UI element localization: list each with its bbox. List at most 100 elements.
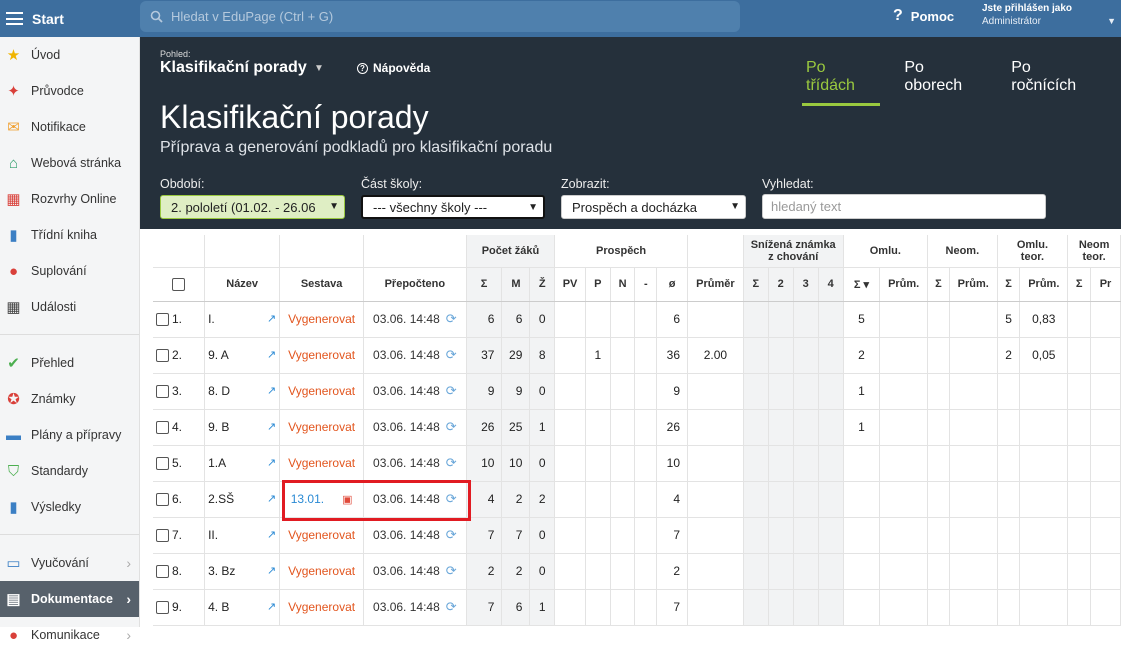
external-link-icon[interactable]: ↗ xyxy=(267,348,276,361)
sidebar-item-6[interactable]: ● Suplování xyxy=(0,253,139,289)
sidebar-item-4[interactable]: ▦ Rozvrhy Online xyxy=(0,181,139,217)
col-m[interactable]: M xyxy=(501,267,531,302)
row-checkbox[interactable] xyxy=(156,601,169,615)
col-snizena-sum[interactable]: Σ xyxy=(743,267,769,302)
generate-link[interactable]: Vygenerovat xyxy=(288,564,355,578)
refresh-icon[interactable]: ⟳ xyxy=(446,563,457,578)
table-row[interactable]: 8. 3. Bz ↗ Vygenerovat 03.06. 14:48 ⟳ 2 2 0 2 xyxy=(153,553,1121,590)
sidebar-item-14[interactable]: ▤ Dokumentace › xyxy=(0,581,139,617)
col-neom-prum[interactable]: Prům. xyxy=(949,267,998,302)
cast-skoly-select[interactable]: --- všechny školy --- ▼ xyxy=(361,195,545,219)
external-link-icon[interactable]: ↗ xyxy=(267,456,276,469)
table-row[interactable]: 7. II. ↗ Vygenerovat 03.06. 14:48 ⟳ 7 7 0 7 xyxy=(153,517,1121,554)
col-omlu-prum[interactable]: Prům. xyxy=(879,267,929,302)
generate-link[interactable]: Vygenerovat xyxy=(288,312,355,326)
chevron-down-icon[interactable]: ▼ xyxy=(314,63,324,74)
generate-link[interactable]: Vygenerovat xyxy=(288,384,355,398)
external-link-icon[interactable]: ↗ xyxy=(267,312,276,325)
col-sum[interactable]: Σ xyxy=(466,267,503,302)
col-sestava[interactable]: Sestava xyxy=(279,267,364,302)
col-neom-sum[interactable]: Σ xyxy=(927,267,950,302)
col-neom-teor-sum[interactable]: Σ xyxy=(1067,267,1092,302)
col-dash[interactable]: - xyxy=(634,267,658,302)
table-row[interactable]: 9. 4. B ↗ Vygenerovat 03.06. 14:48 ⟳ 7 6 1 7 xyxy=(153,589,1121,626)
row-checkbox[interactable] xyxy=(156,529,169,543)
sidebar-item-5[interactable]: ▮ Třídní kniha xyxy=(0,217,139,253)
generate-link[interactable]: Vygenerovat xyxy=(288,420,355,434)
generate-link[interactable]: Vygenerovat xyxy=(288,456,355,470)
table-row[interactable]: 3. 8. D ↗ Vygenerovat 03.06. 14:48 ⟳ 9 9 0 9 1 xyxy=(153,373,1121,410)
select-all-checkbox[interactable] xyxy=(172,277,186,291)
tab-po-oborech[interactable]: Po oborech xyxy=(900,57,987,106)
report-link[interactable]: 13.01. xyxy=(291,492,324,506)
table-row[interactable]: 5. 1.A ↗ Vygenerovat 03.06. 14:48 ⟳ 10 10 0 10 xyxy=(153,445,1121,482)
col-snizena-2[interactable]: 2 xyxy=(768,267,794,302)
sidebar-item-10[interactable]: ▬ Plány a přípravy xyxy=(0,417,139,453)
pdf-icon[interactable]: ▣ xyxy=(342,494,352,506)
col-omlu-sum[interactable]: Σ ▾ xyxy=(843,267,881,302)
search-input[interactable] xyxy=(171,9,711,24)
sidebar-item-13[interactable]: ▭ Vyučování › xyxy=(0,545,139,581)
sidebar-item-8[interactable]: ✔ Přehled xyxy=(0,345,139,381)
col-nazev[interactable]: Název xyxy=(204,267,281,302)
row-checkbox[interactable] xyxy=(156,421,169,435)
table-row[interactable]: 1. I. ↗ Vygenerovat 03.06. 14:48 ⟳ 6 6 0 6 5 5 0,83 xyxy=(153,301,1121,338)
row-checkbox[interactable] xyxy=(156,349,169,363)
refresh-icon[interactable]: ⟳ xyxy=(446,347,457,362)
row-checkbox[interactable] xyxy=(156,385,169,399)
sidebar-item-1[interactable]: ✦ Průvodce xyxy=(0,73,139,109)
refresh-icon[interactable]: ⟳ xyxy=(446,419,457,434)
vyhledat-input[interactable] xyxy=(762,194,1046,219)
external-link-icon[interactable]: ↗ xyxy=(267,384,276,397)
sidebar-item-7[interactable]: ▦ Události xyxy=(0,289,139,325)
view-selector[interactable]: Klasifikační porady xyxy=(160,59,307,77)
sidebar-item-2[interactable]: ✉ Notifikace xyxy=(0,109,139,145)
row-checkbox[interactable] xyxy=(156,313,169,327)
col-z[interactable]: Ž xyxy=(529,267,556,302)
refresh-icon[interactable]: ⟳ xyxy=(446,491,457,506)
external-link-icon[interactable]: ↗ xyxy=(267,492,276,505)
sidebar-item-15[interactable]: ● Komunikace › xyxy=(0,617,139,653)
table-row[interactable]: 2. 9. A ↗ Vygenerovat 03.06. 14:48 ⟳ 37 29 8 1 36 2… xyxy=(153,337,1121,374)
col-neom-teor-prum[interactable]: Pr xyxy=(1090,267,1121,302)
row-checkbox[interactable] xyxy=(156,457,169,471)
help-link[interactable]: ? Nápověda xyxy=(357,61,430,75)
sidebar-item-11[interactable]: ⛉ Standardy xyxy=(0,453,139,489)
refresh-icon[interactable]: ⟳ xyxy=(446,455,457,470)
table-row[interactable]: 4. 9. B ↗ Vygenerovat 03.06. 14:48 ⟳ 26 25 1 26 1 xyxy=(153,409,1121,446)
refresh-icon[interactable]: ⟳ xyxy=(446,383,457,398)
col-prumer[interactable]: Průměr xyxy=(687,267,744,302)
col-snizena-4[interactable]: 4 xyxy=(818,267,844,302)
external-link-icon[interactable]: ↗ xyxy=(267,564,276,577)
sidebar-item-3[interactable]: ⌂ Webová stránka xyxy=(0,145,139,181)
generate-link[interactable]: Vygenerovat xyxy=(288,528,355,542)
global-search[interactable] xyxy=(140,1,740,32)
start-menu-button[interactable]: Start xyxy=(0,0,140,37)
external-link-icon[interactable]: ↗ xyxy=(267,420,276,433)
col-n[interactable]: N xyxy=(610,267,636,302)
external-link-icon[interactable]: ↗ xyxy=(267,528,276,541)
refresh-icon[interactable]: ⟳ xyxy=(446,599,457,614)
tab-po-tridach[interactable]: Po třídách xyxy=(802,57,881,106)
sidebar-item-12[interactable]: ▮ Výsledky xyxy=(0,489,139,525)
col-snizena-3[interactable]: 3 xyxy=(793,267,819,302)
generate-link[interactable]: Vygenerovat xyxy=(288,600,355,614)
help-button[interactable]: ? Pomoc xyxy=(893,7,954,25)
zobrazit-select[interactable]: Prospěch a docházka ▼ xyxy=(561,195,746,219)
col-pv[interactable]: PV xyxy=(554,267,586,302)
col-avg[interactable]: ø xyxy=(656,267,689,302)
row-checkbox[interactable] xyxy=(156,493,169,507)
sidebar-item-0[interactable]: ★ Úvod xyxy=(0,37,139,73)
col-omlu-teor-prum[interactable]: Prům. xyxy=(1019,267,1069,302)
tab-po-rocnicich[interactable]: Po ročnících xyxy=(1007,57,1101,106)
table-row[interactable]: 6. 2.SŠ ↗ 13.01. ▣ 03.06. 14:48 ⟳ 4 2 2 4 xyxy=(153,481,1121,518)
refresh-icon[interactable]: ⟳ xyxy=(446,311,457,326)
external-link-icon[interactable]: ↗ xyxy=(267,600,276,613)
obdobi-select[interactable]: 2. pololetí (01.02. - 26.06 ▼ xyxy=(160,195,345,219)
col-p[interactable]: P xyxy=(585,267,611,302)
user-menu[interactable]: Jste přihlášen jako Administrátor ▼ xyxy=(982,3,1116,27)
refresh-icon[interactable]: ⟳ xyxy=(446,527,457,542)
generate-link[interactable]: Vygenerovat xyxy=(288,348,355,362)
col-prepocteno[interactable]: Přepočteno xyxy=(363,267,467,302)
row-checkbox[interactable] xyxy=(156,565,169,579)
